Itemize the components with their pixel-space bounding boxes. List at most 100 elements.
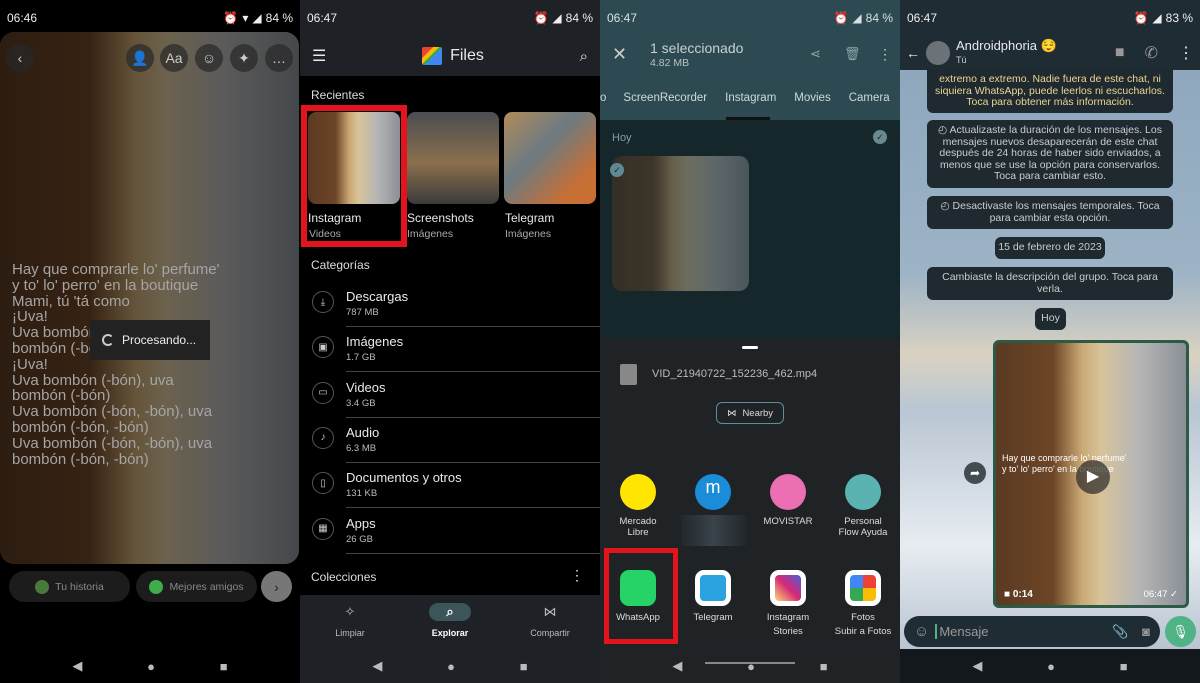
nav-compartir[interactable]: ⋈ Compartir bbox=[510, 603, 590, 638]
recents-nav-icon[interactable]: ■ bbox=[520, 659, 528, 674]
message-input[interactable]: ☺ Mensaje 📎 ◙ bbox=[904, 616, 1160, 647]
more-icon[interactable]: … bbox=[265, 44, 293, 72]
video-call-icon[interactable]: ■ bbox=[1115, 44, 1125, 62]
system-message-text: Actualizaste la duración de los mensajes… bbox=[939, 124, 1162, 182]
category-descargas[interactable]: ⤓ Descargas 787 MB bbox=[300, 282, 600, 327]
share-target-label: Telegram bbox=[693, 612, 733, 623]
processing-toast: Procesando... bbox=[90, 320, 210, 360]
tab-movies[interactable]: Movies bbox=[785, 92, 839, 104]
nearby-button[interactable]: ⋈ Nearby bbox=[716, 402, 784, 424]
menu-icon[interactable]: ☰ bbox=[312, 46, 326, 66]
share-target-google-photos[interactable]: Fotos Subir a Fotos bbox=[825, 570, 900, 637]
forward-icon[interactable]: ➦ bbox=[964, 462, 986, 484]
share-target-label: Mercado bbox=[619, 516, 657, 527]
story-avatar-icon bbox=[35, 579, 50, 594]
play-icon[interactable]: ▶ bbox=[1076, 460, 1110, 494]
tab-camera[interactable]: Camera bbox=[840, 92, 899, 104]
your-story-button[interactable]: Tu historia bbox=[9, 571, 130, 602]
recent-telegram-thumb[interactable] bbox=[504, 112, 596, 204]
encryption-notice[interactable]: extremo a extremo. Nadie fuera de este c… bbox=[927, 70, 1173, 113]
more-icon[interactable]: ⋮ bbox=[878, 46, 892, 63]
wifi-icon: ▾ bbox=[242, 11, 249, 25]
video-message[interactable]: Hay que comprarle lo' perfume' y to' lo' … bbox=[993, 340, 1189, 608]
share-target-telegram[interactable]: Telegram bbox=[675, 570, 751, 626]
category-audio[interactable]: ♪ Audio 6.3 MB bbox=[300, 418, 600, 463]
video-duration: 0:14 bbox=[1012, 589, 1033, 600]
sticker-icon[interactable]: ☺ bbox=[195, 44, 223, 72]
delete-icon[interactable]: 🗑 bbox=[844, 46, 861, 62]
voice-call-icon[interactable]: ✆ bbox=[1145, 43, 1158, 63]
system-message[interactable]: ◴ Desactivaste los mensajes temporales. … bbox=[927, 196, 1173, 229]
back-nav-icon[interactable]: ◀ bbox=[672, 658, 682, 674]
share-target-personal-flow[interactable]: Personal Flow Ayuda bbox=[825, 474, 900, 538]
document-icon: ▯ bbox=[312, 472, 334, 495]
system-message[interactable]: Cambiaste la descripción del grupo. Toca… bbox=[927, 267, 1173, 300]
nav-explorar[interactable]: ⌕ Explorar bbox=[410, 603, 490, 638]
lyric-line: Uva bombón (-bón, -bón), uva bbox=[12, 403, 213, 421]
more-icon[interactable]: ⋮ bbox=[1178, 43, 1194, 63]
attach-icon[interactable]: 📎 bbox=[1112, 624, 1128, 640]
recent-type: Imágenes bbox=[407, 228, 454, 240]
monogram: m bbox=[705, 477, 721, 497]
text-tool-button[interactable]: Aa bbox=[160, 44, 188, 72]
share-target-instagram-stories[interactable]: Instagram Stories bbox=[750, 570, 826, 637]
system-message[interactable]: ◴ Actualizaste la duración de los mensaj… bbox=[927, 120, 1173, 188]
nav-label: Explorar bbox=[431, 628, 469, 638]
app-header: ☰ Files ⌕ bbox=[300, 36, 600, 76]
lyric-line: Mami, tú 'tá como bbox=[12, 292, 130, 310]
share-target-blurred-contact[interactable]: m bbox=[675, 474, 751, 516]
back-arrow-icon[interactable]: ← bbox=[906, 45, 920, 61]
home-nav-icon[interactable]: ● bbox=[747, 659, 755, 674]
group-avatar[interactable] bbox=[926, 41, 950, 65]
back-nav-icon[interactable]: ◀ bbox=[972, 658, 982, 674]
lyric-line: Uva bombón (-bón), uva bbox=[12, 371, 174, 389]
tab-instagram[interactable]: Instagram bbox=[716, 92, 785, 104]
category-size: 131 KB bbox=[346, 488, 378, 500]
nav-bar: ◀ ● ■ bbox=[600, 649, 900, 683]
collections-heading: Colecciones bbox=[311, 570, 377, 584]
share-icon[interactable]: ⋖ bbox=[810, 46, 821, 62]
close-friends-button[interactable]: Mejores amigos bbox=[136, 571, 257, 602]
share-target-mercado-libre[interactable]: Mercado Libre bbox=[600, 474, 676, 538]
drag-handle[interactable] bbox=[742, 346, 758, 349]
category-apps[interactable]: ▦ Apps 26 GB bbox=[300, 509, 600, 554]
back-nav-icon[interactable]: ◀ bbox=[372, 658, 382, 674]
video-caption: Hay que comprarle lo' perfume' bbox=[1002, 453, 1127, 463]
category-imágenes[interactable]: ▣ Imágenes 1.7 GB bbox=[300, 327, 600, 373]
home-nav-icon[interactable]: ● bbox=[147, 659, 155, 674]
effects-icon[interactable]: ✦ bbox=[230, 44, 258, 72]
home-nav-icon[interactable]: ● bbox=[1047, 659, 1055, 674]
category-name: Apps bbox=[346, 515, 376, 531]
home-nav-icon[interactable]: ● bbox=[447, 659, 455, 674]
voice-record-button[interactable]: 🎙 bbox=[1165, 616, 1196, 647]
lyric-line: y to' lo' perro' en la boutique bbox=[12, 276, 199, 294]
tag-person-icon[interactable]: 👤 bbox=[126, 44, 154, 72]
tab-screenrecorder[interactable]: ScreenRecorder bbox=[614, 92, 716, 104]
lyric-line: bombón (-bón) bbox=[12, 387, 111, 405]
whatsapp-chat: 06:47 ⏰ ◢ 83 % ← Androidphoria 😌 Tú ■ ✆ ⋮ ex… bbox=[900, 0, 1200, 683]
more-icon[interactable]: ⋮ bbox=[570, 567, 584, 584]
movistar-icon bbox=[770, 474, 806, 510]
nav-limpiar[interactable]: ✧ Limpiar bbox=[310, 603, 390, 638]
back-nav-icon[interactable]: ◀ bbox=[72, 658, 82, 674]
tab-o[interactable]: o bbox=[600, 92, 614, 104]
recent-screenshots-thumb[interactable] bbox=[407, 112, 499, 204]
camera-icon[interactable]: ◙ bbox=[1142, 624, 1150, 639]
share-target-movistar[interactable]: MOVISTAR bbox=[750, 474, 826, 527]
blurred-label bbox=[681, 515, 746, 546]
chat-name[interactable]: Androidphoria bbox=[956, 38, 1037, 53]
lyric-line: bombón (-bón, -bón) bbox=[12, 450, 149, 468]
recents-nav-icon[interactable]: ■ bbox=[220, 659, 228, 674]
recents-nav-icon[interactable]: ■ bbox=[1120, 659, 1128, 674]
back-icon[interactable]: ‹ bbox=[6, 44, 34, 72]
video-thumbnail[interactable] bbox=[612, 156, 749, 291]
category-documentos[interactable]: ▯ Documentos y otros 131 KB bbox=[300, 463, 600, 509]
select-all-check-icon[interactable]: ✓ bbox=[873, 130, 887, 144]
close-icon[interactable]: ✕ bbox=[612, 44, 627, 65]
emoji-icon[interactable]: ☺ bbox=[914, 623, 929, 640]
share-target-sublabel: Subir a Fotos bbox=[834, 626, 892, 637]
category-videos[interactable]: ▭ Videos 3.4 GB bbox=[300, 373, 600, 418]
recents-nav-icon[interactable]: ■ bbox=[820, 659, 828, 674]
search-icon[interactable]: ⌕ bbox=[580, 48, 588, 65]
next-button[interactable]: › bbox=[261, 571, 292, 602]
